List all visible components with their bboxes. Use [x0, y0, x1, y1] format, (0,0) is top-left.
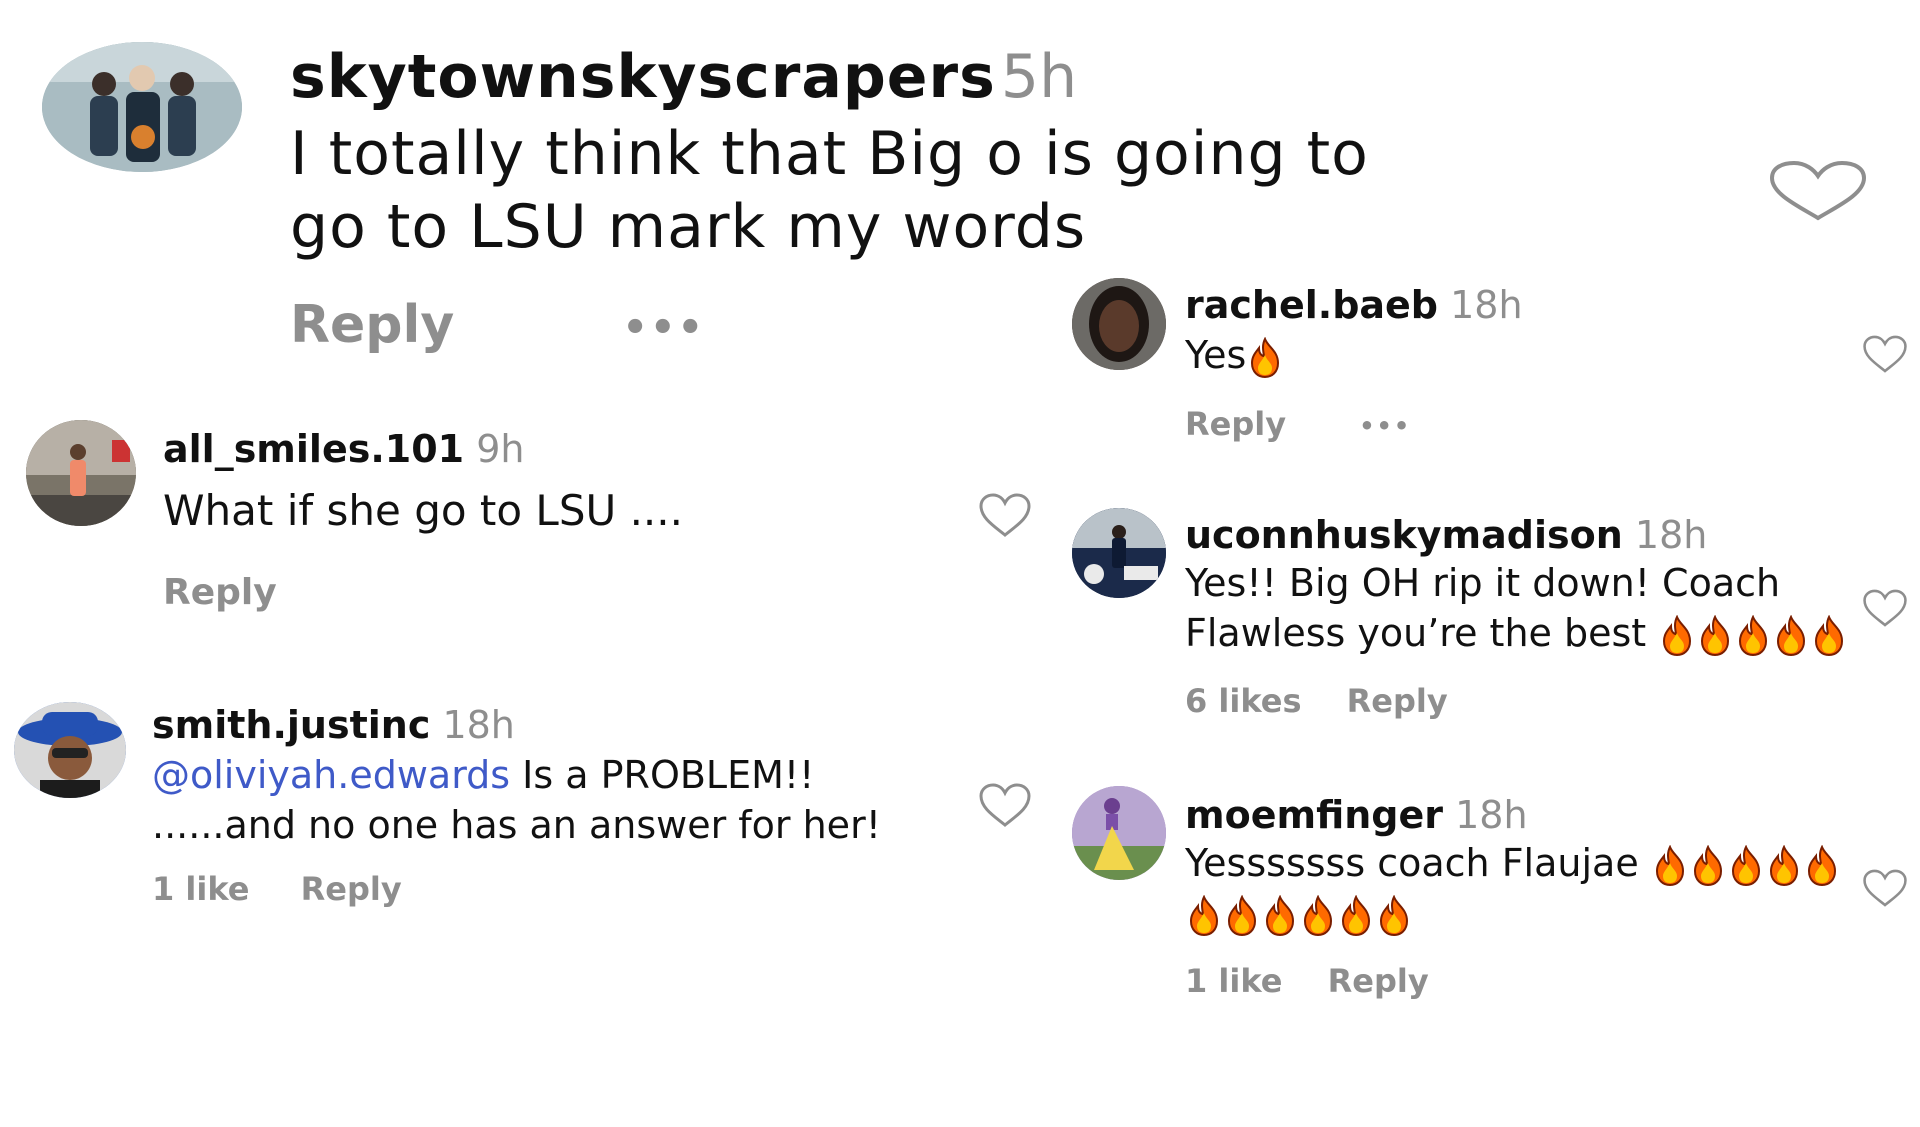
comment-header: all_smiles.101 9h — [163, 426, 524, 472]
comment-header: skytownskyscrapers 5h — [290, 42, 1077, 112]
avatar-photo — [14, 702, 126, 798]
likes-count[interactable]: 6 likes — [1185, 682, 1302, 720]
like-heart-icon[interactable] — [1768, 160, 1868, 222]
comment-text: Yes!! Big OH rip it down! Coach Flawless… — [1185, 558, 1848, 658]
more-options-icon[interactable]: ••• — [622, 305, 705, 351]
avatar[interactable] — [14, 702, 126, 798]
like-heart-icon[interactable] — [1862, 868, 1908, 908]
mention-link[interactable]: @oliviyah.edwards — [152, 753, 510, 797]
comment-line: Yesssssss coach Flaujae — [1185, 838, 1841, 888]
fire-emoji — [1337, 894, 1375, 937]
avatar-photo — [42, 42, 242, 172]
reply-button[interactable]: Reply — [163, 572, 277, 613]
comment-line-text: Yesssssss coach Flaujae — [1185, 841, 1651, 885]
reply-button[interactable]: Reply — [1185, 405, 1286, 443]
avatar[interactable] — [42, 42, 242, 172]
fire-emoji-group — [1246, 333, 1284, 379]
fire-emoji — [1658, 614, 1696, 657]
avatar[interactable] — [1072, 508, 1166, 598]
comment-moemfinger: moemfinger 18h Yesssssss coach Flaujae 1… — [1060, 780, 1920, 1020]
comment-actions: Reply — [163, 572, 277, 613]
likes-count[interactable]: 1 like — [152, 870, 249, 908]
comment-actions: Reply ••• — [290, 295, 705, 355]
comment-header: smith.justinc 18h — [152, 702, 515, 748]
comment-smith: smith.justinc 18h @oliviyah.edwards Is a… — [0, 690, 1060, 930]
fire-emoji — [1375, 894, 1413, 937]
avatar-photo — [1072, 508, 1166, 598]
username[interactable]: moemfinger — [1185, 793, 1443, 837]
like-heart-icon[interactable] — [1862, 588, 1908, 628]
avatar[interactable] — [1072, 786, 1166, 880]
fire-emoji — [1803, 844, 1841, 887]
username[interactable]: all_smiles.101 — [163, 427, 464, 471]
avatar-photo — [1072, 278, 1166, 370]
avatar[interactable] — [1072, 278, 1166, 370]
comment-line: What if she go to LSU .... — [163, 486, 683, 535]
fire-emoji — [1696, 614, 1734, 657]
comment-actions: 1 like Reply — [1185, 962, 1429, 1000]
comment-line: ......and no one has an answer for her! — [152, 803, 881, 847]
fire-emoji — [1810, 614, 1848, 657]
timestamp: 18h — [1634, 513, 1708, 557]
fire-emoji — [1772, 614, 1810, 657]
comment-line: go to LSU mark my words — [290, 192, 1087, 262]
timestamp: 5h — [1000, 42, 1078, 112]
fire-emoji-group — [1658, 611, 1848, 657]
reply-button[interactable]: Reply — [301, 870, 402, 908]
avatar-photo — [26, 420, 136, 526]
comment-text: I totally think that Big o is going to g… — [290, 118, 1369, 264]
fire-emoji-group — [1651, 841, 1841, 887]
comment-actions: 6 likes Reply — [1185, 682, 1448, 720]
username[interactable]: smith.justinc — [152, 703, 430, 747]
avatar-photo — [1072, 786, 1166, 880]
comment-header: rachel.baeb 18h — [1185, 282, 1523, 328]
timestamp: 18h — [1455, 793, 1528, 837]
username[interactable]: skytownskyscrapers — [290, 42, 996, 112]
like-heart-icon[interactable] — [1862, 334, 1908, 374]
comment-text: @oliviyah.edwards Is a PROBLEM!! ......a… — [152, 750, 881, 850]
like-heart-icon[interactable] — [978, 782, 1032, 828]
fire-emoji — [1689, 844, 1727, 887]
more-options-icon[interactable]: ••• — [1359, 412, 1411, 440]
comment-header: moemfinger 18h — [1185, 792, 1528, 838]
username[interactable]: rachel.baeb — [1185, 283, 1438, 327]
comment-line-text: Is a PROBLEM!! — [510, 753, 815, 797]
comment-line-text: Flawless you’re the best — [1185, 611, 1659, 655]
comment-actions: 1 like Reply — [152, 870, 402, 908]
comment-header: uconnhuskymadison 18h — [1185, 512, 1707, 558]
fire-emoji — [1734, 614, 1772, 657]
fire-emoji — [1185, 894, 1223, 937]
comment-rachel: rachel.baeb 18h Yes Reply ••• — [1060, 270, 1920, 460]
timestamp: 18h — [1450, 283, 1523, 327]
comment-line — [1185, 888, 1841, 938]
comment-line: Flawless you’re the best — [1185, 608, 1848, 658]
comment-line: I totally think that Big o is going to — [290, 119, 1369, 189]
comment-line: @oliviyah.edwards Is a PROBLEM!! — [152, 750, 881, 800]
fire-emoji — [1727, 844, 1765, 887]
comment-all-smiles: all_smiles.101 9h What if she go to LSU … — [0, 400, 1060, 630]
comment-actions: Reply ••• — [1185, 405, 1411, 443]
comment-line-text: Yes — [1185, 333, 1247, 377]
username[interactable]: uconnhuskymadison — [1185, 513, 1623, 557]
fire-emoji — [1651, 844, 1689, 887]
fire-emoji — [1299, 894, 1337, 937]
comment-line: Yes!! Big OH rip it down! Coach — [1185, 561, 1781, 605]
likes-count[interactable]: 1 like — [1185, 962, 1282, 1000]
reply-button[interactable]: Reply — [290, 295, 454, 355]
reply-button[interactable]: Reply — [1347, 682, 1448, 720]
timestamp: 18h — [442, 703, 515, 747]
fire-emoji — [1765, 844, 1803, 887]
fire-emoji-group — [1185, 891, 1413, 937]
fire-emoji — [1246, 336, 1284, 379]
comment-text: Yesssssss coach Flaujae — [1185, 838, 1841, 938]
fire-emoji — [1261, 894, 1299, 937]
reply-button[interactable]: Reply — [1328, 962, 1429, 1000]
comment-uconn: uconnhuskymadison 18h Yes!! Big OH rip i… — [1060, 500, 1920, 730]
like-heart-icon[interactable] — [978, 492, 1032, 538]
avatar[interactable] — [26, 420, 136, 526]
timestamp: 9h — [476, 427, 525, 471]
comment-line: Yes — [1185, 330, 1284, 380]
fire-emoji — [1223, 894, 1261, 937]
